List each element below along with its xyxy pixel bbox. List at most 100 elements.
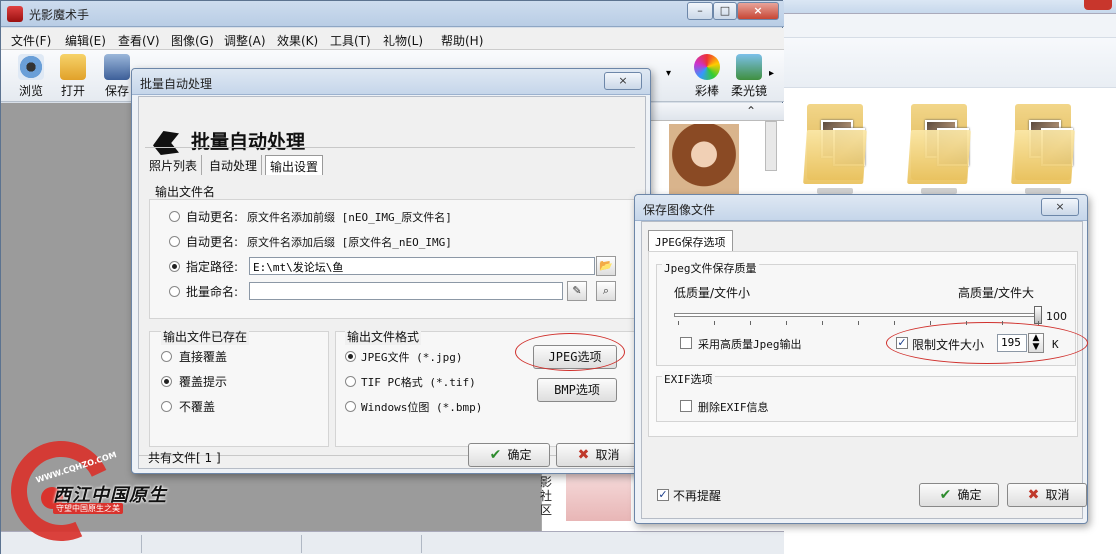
menu-effect[interactable]: 效果(K) (277, 32, 318, 49)
app-title-bar: 光影魔术手 – □ × (1, 1, 784, 27)
menu-file[interactable]: 文件(F) (11, 32, 51, 49)
quality-slider[interactable] (674, 313, 1042, 317)
file-count-label: 共有文件[ 1 ] (148, 451, 221, 465)
slider-tick (930, 321, 931, 325)
batch-heading: 批量自动处理 (191, 131, 306, 153)
high-quality-output-checkbox[interactable] (680, 337, 692, 349)
batch-dialog-body: 批量自动处理 照片列表 自动处理 输出设置 输出文件名 自动更名: 原文件名添加… (138, 96, 647, 469)
maximize-button[interactable]: □ (713, 2, 737, 20)
cancel-label: 取消 (1045, 488, 1070, 502)
no-remind-checkbox[interactable]: ✓ (657, 489, 669, 501)
menu-gift[interactable]: 礼物(L) (383, 32, 423, 49)
cancel-button[interactable]: ✖ 取消 (556, 443, 638, 467)
color-wand-button[interactable]: 彩棒 (687, 52, 727, 100)
overwrite-prompt-radio[interactable] (161, 376, 172, 387)
low-quality-label: 低质量/文件小 (674, 286, 751, 300)
tab-output-settings[interactable]: 输出设置 (265, 155, 324, 175)
folder-icon[interactable] (1011, 100, 1075, 194)
browse-button[interactable]: 浏览 (11, 52, 51, 100)
paperclip-icon[interactable]: ✎ (567, 281, 587, 301)
output-path-field[interactable]: E:\mt\发论坛\鱼 (249, 257, 595, 275)
soft-light-label: 柔光镜 (731, 84, 768, 98)
ok-button[interactable]: ✔ 确定 (468, 443, 550, 467)
auto-rename-prefix-radio[interactable] (169, 211, 180, 222)
auto-rename-suffix-radio[interactable] (169, 236, 180, 247)
slider-tick (714, 321, 715, 325)
browse-label: 浏览 (18, 84, 43, 98)
menu-tools[interactable]: 工具(T) (330, 32, 371, 49)
color-wand-label: 彩棒 (694, 84, 719, 98)
save-label: 保存 (104, 84, 129, 98)
menu-edit[interactable]: 编辑(E) (65, 32, 106, 49)
batch-process-dialog: 批量自动处理 × 批量自动处理 照片列表 自动处理 输出设置 输出文件名 自动更… (131, 68, 651, 474)
search-icon[interactable]: ⌕ (596, 281, 616, 301)
quality-value: 100 (1046, 310, 1067, 323)
folder-open-icon (60, 54, 86, 80)
toolbar-overflow-icon[interactable]: ▸ (769, 68, 774, 79)
soft-light-button[interactable]: 柔光镜 (731, 52, 767, 100)
cross-icon: ✖ (577, 447, 590, 463)
save-dialog-title: 保存图像文件 (643, 203, 716, 217)
specify-path-radio[interactable] (169, 261, 180, 272)
close-button[interactable]: × (604, 72, 642, 90)
cancel-label: 取消 (595, 448, 620, 462)
menu-image[interactable]: 图像(G) (171, 32, 214, 49)
ok-label: 确定 (507, 448, 532, 462)
save-dialog-title-bar: 保存图像文件 × (635, 195, 1087, 221)
slider-tick (822, 321, 823, 325)
cross-icon: ✖ (1027, 487, 1040, 503)
slider-tick (678, 321, 679, 325)
highlight-oval (886, 322, 1088, 364)
explorer-toolbar (783, 38, 1116, 88)
output-filename-group-label: 输出文件名 (155, 185, 216, 199)
auto-rename-suffix-label: 自动更名: (186, 235, 239, 249)
menu-help[interactable]: 帮助(H) (441, 32, 483, 49)
menu-adjust[interactable]: 调整(A) (224, 32, 266, 49)
no-remind-label: 不再提醒 (673, 489, 722, 503)
explorer-address-bar[interactable] (783, 14, 1116, 38)
explorer-close-button[interactable] (1084, 0, 1112, 10)
menu-view[interactable]: 查看(V) (118, 32, 160, 49)
app-title: 光影魔术手 (29, 8, 90, 22)
menu-bar: 文件(F) 编辑(E) 查看(V) 图像(G) 调整(A) 效果(K) 工具(T… (1, 28, 784, 50)
auto-rename-prefix-desc: 原文件名添加前缀 [nEO_IMG_原文件名] (247, 211, 452, 224)
batch-name-label: 批量命名: (186, 285, 239, 299)
bmp-format-radio[interactable] (345, 401, 356, 412)
open-button[interactable]: 打开 (53, 52, 93, 100)
batch-name-field[interactable] (249, 282, 563, 300)
check-icon: ✔ (939, 487, 952, 503)
close-button[interactable]: × (1041, 198, 1079, 216)
delete-exif-checkbox[interactable] (680, 400, 692, 412)
community-side-tab[interactable]: 影社区 (536, 475, 556, 517)
ok-label: 确定 (957, 488, 982, 502)
bmp-options-button[interactable]: BMP选项 (537, 378, 617, 402)
save-dialog-body: JPEG保存选项 Jpeg文件保存质量 低质量/文件小 高质量/文件大 100 … (641, 221, 1088, 519)
overwrite-label: 直接覆盖 (179, 350, 228, 364)
browse-folder-icon[interactable]: 📂 (596, 256, 616, 276)
tif-format-radio[interactable] (345, 376, 356, 387)
chevron-down-icon[interactable]: ▾ (666, 68, 671, 79)
thumbnail-scrollbar[interactable] (765, 121, 777, 171)
minimize-button[interactable]: – (687, 2, 713, 20)
cancel-button[interactable]: ✖ 取消 (1007, 483, 1087, 507)
no-overwrite-radio[interactable] (161, 401, 172, 412)
folder-icon[interactable] (907, 100, 971, 194)
tab-auto-process[interactable]: 自动处理 (205, 155, 263, 175)
jpeg-format-radio[interactable] (345, 351, 356, 362)
open-label: 打开 (60, 84, 85, 98)
close-button[interactable]: × (737, 2, 779, 20)
save-icon (104, 54, 130, 80)
overwrite-radio[interactable] (161, 351, 172, 362)
no-overwrite-label: 不覆盖 (179, 400, 216, 414)
folder-icon[interactable] (803, 100, 867, 194)
collapse-icon[interactable]: ⌃ (746, 104, 756, 118)
tab-jpeg-options[interactable]: JPEG保存选项 (648, 230, 733, 252)
auto-rename-suffix-desc: 原文件名添加后缀 [原文件名_nEO_IMG] (247, 236, 452, 249)
batch-name-radio[interactable] (169, 286, 180, 297)
slider-tick (750, 321, 751, 325)
photo-thumbnail[interactable] (669, 124, 739, 200)
ok-button[interactable]: ✔ 确定 (919, 483, 999, 507)
check-icon: ✔ (489, 447, 502, 463)
output-format-group-label: 输出文件格式 (345, 328, 422, 345)
tab-photo-list[interactable]: 照片列表 (145, 155, 203, 175)
